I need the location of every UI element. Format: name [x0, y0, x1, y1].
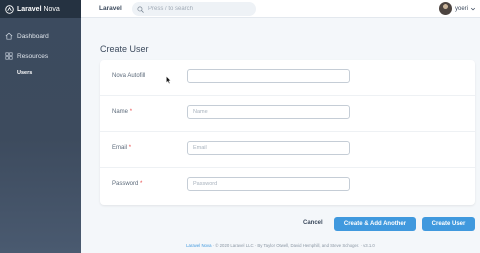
sidebar-item-label: Resources — [17, 52, 49, 60]
app-name[interactable]: Laravel — [99, 5, 122, 12]
field-label: Name * — [112, 109, 133, 115]
global-search[interactable] — [132, 2, 256, 16]
form-row-nova-autofill: Nova Autofill — [100, 60, 475, 96]
page-title: Create User — [100, 44, 149, 54]
search-input[interactable] — [148, 6, 248, 12]
email-field[interactable] — [187, 141, 350, 155]
field-label: Email * — [112, 145, 132, 151]
brand[interactable]: Laravel Nova — [0, 0, 81, 18]
form-card: Nova Autofill Name * Email * Password * — [100, 60, 475, 205]
form-row-password: Password * — [100, 168, 475, 204]
sidebar-item-dashboard[interactable]: Dashboard — [5, 32, 49, 40]
footer-nova-link[interactable]: Laravel Nova — [186, 243, 211, 248]
name-field[interactable] — [187, 105, 350, 119]
field-label: Nova Autofill — [112, 73, 146, 79]
avatar[interactable] — [438, 2, 452, 15]
password-field[interactable] — [187, 177, 350, 191]
user-name[interactable]: yoeri — [455, 6, 468, 12]
nova-logo-icon — [5, 4, 14, 14]
chevron-down-icon[interactable] — [470, 6, 476, 12]
footer-text: · © 2020 Laravel LLC · By Taylor Otwell,… — [211, 243, 375, 248]
nova-autofill-field[interactable] — [187, 69, 350, 83]
cancel-button[interactable]: Cancel — [303, 220, 323, 226]
sidebar-item-label: Dashboard — [17, 32, 49, 40]
form-row-name: Name * — [100, 96, 475, 132]
field-label: Password * — [112, 181, 143, 187]
brand-name: Laravel Nova — [17, 5, 60, 13]
footer: Laravel Nova · © 2020 Laravel LLC · By T… — [81, 243, 480, 248]
sidebar-item-users[interactable]: Users — [17, 70, 32, 76]
create-user-button[interactable]: Create User — [422, 217, 475, 231]
top-header: Laravel yoeri — [81, 0, 480, 18]
home-icon — [5, 32, 13, 40]
form-row-email: Email * — [100, 132, 475, 168]
user-menu[interactable]: yoeri — [438, 2, 476, 15]
sidebar-item-resources[interactable]: Resources — [5, 52, 48, 60]
search-icon — [137, 5, 144, 13]
grid-icon — [5, 52, 13, 60]
mouse-cursor-icon — [166, 76, 171, 84]
sidebar: Laravel Nova Dashboard Resources Users — [0, 0, 81, 253]
create-and-add-another-button[interactable]: Create & Add Another — [334, 217, 416, 231]
